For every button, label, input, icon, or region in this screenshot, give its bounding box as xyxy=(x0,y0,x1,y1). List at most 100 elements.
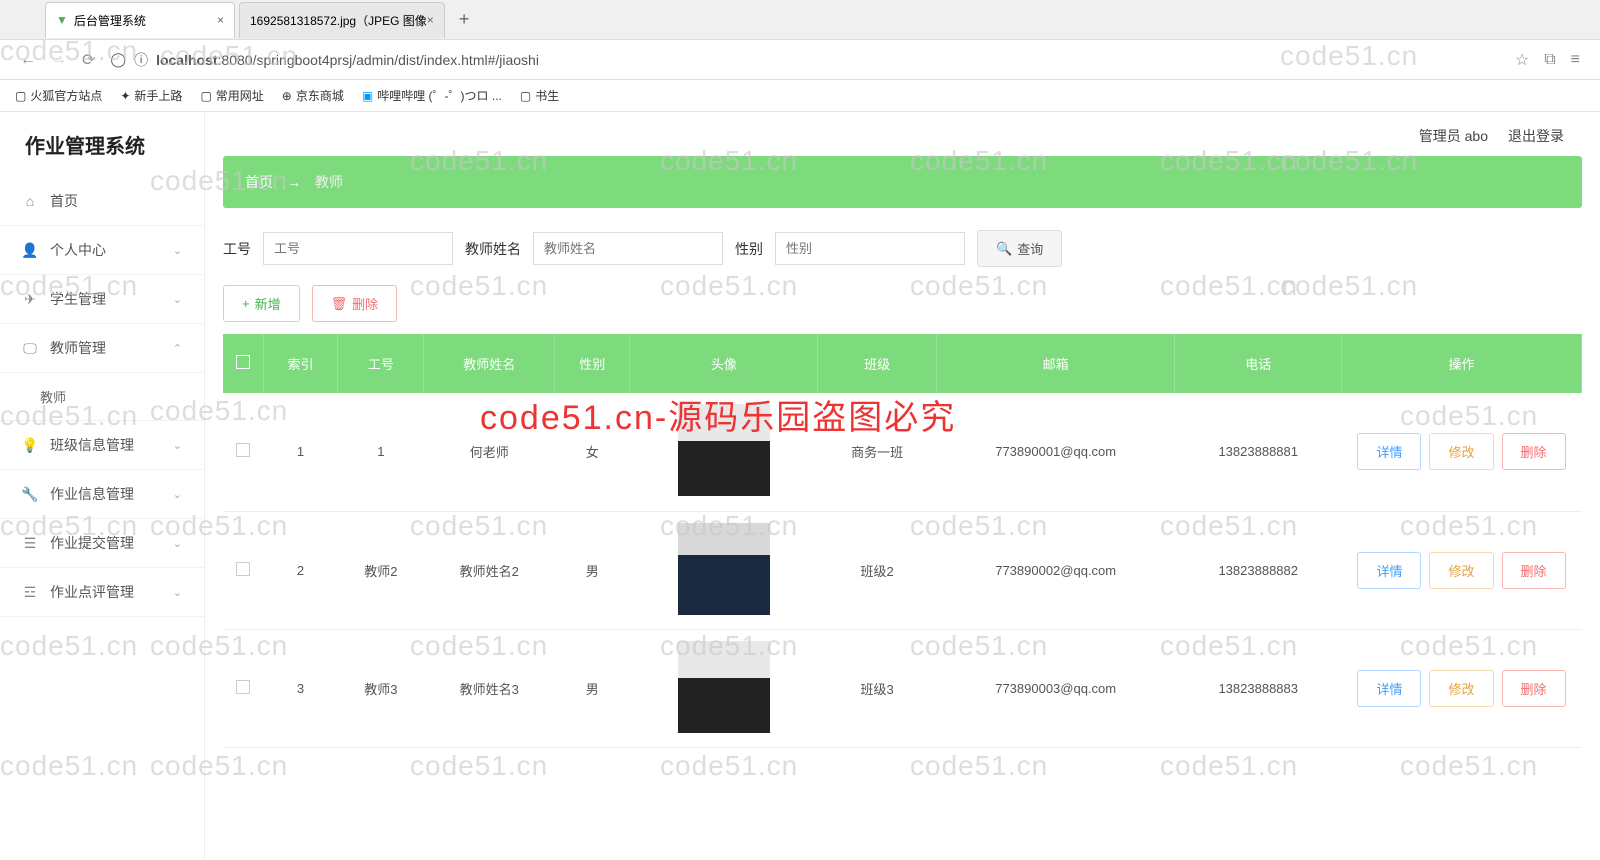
sidebar-item-teacher[interactable]: 🖵教师管理⌃ xyxy=(0,324,204,373)
table-row: 3 教师3 教师姓名3 男 班级3 773890003@qq.com 13823… xyxy=(223,629,1582,747)
address-input[interactable]: ◯ ⓘ localhost:8080/springboot4prsj/admin… xyxy=(110,50,1499,70)
input-name[interactable] xyxy=(533,232,723,265)
edit-button[interactable]: 修改 xyxy=(1429,433,1493,470)
chevron-down-icon: ⌄ xyxy=(173,488,182,501)
bulb-icon: 💡 xyxy=(22,437,38,453)
plus-icon: + xyxy=(242,296,250,311)
breadcrumb-home[interactable]: 首页 xyxy=(245,172,273,192)
browser-tab-active[interactable]: ▼ 后台管理系统 × xyxy=(45,2,235,38)
bookmark-item[interactable]: ⊕ 京东商城 xyxy=(282,87,344,104)
th-index: 索引 xyxy=(263,334,338,393)
detail-button[interactable]: 详情 xyxy=(1357,433,1421,470)
detail-button[interactable]: 详情 xyxy=(1357,552,1421,589)
search-row: 工号 教师姓名 性别 🔍查询 xyxy=(223,208,1582,285)
chevron-down-icon: ⌄ xyxy=(173,439,182,452)
th-email: 邮箱 xyxy=(936,334,1175,393)
avatar xyxy=(678,641,770,733)
browser-tabs: ▼ 后台管理系统 × 1692581318572.jpg（JPEG 图像 × + xyxy=(0,0,1600,40)
label-code: 工号 xyxy=(223,239,251,259)
cell-email: 773890003@qq.com xyxy=(936,629,1175,747)
bookmark-star-icon[interactable]: ☆ xyxy=(1515,50,1529,70)
checkbox[interactable] xyxy=(236,443,250,457)
sidebar-item-homework-submit[interactable]: ☰作业提交管理⌄ xyxy=(0,519,204,568)
th-class: 班级 xyxy=(818,334,937,393)
menu-icon[interactable]: ≡ xyxy=(1571,51,1580,69)
cell-class: 商务一班 xyxy=(818,393,937,511)
bookmark-item[interactable]: ▢ 火狐官方站点 xyxy=(15,87,102,104)
th-avatar: 头像 xyxy=(630,334,818,393)
close-icon[interactable]: × xyxy=(427,13,434,27)
extension-icon[interactable]: ⧉ xyxy=(1544,51,1555,69)
sidebar-item-teacher-sub[interactable]: 教师 xyxy=(0,373,204,421)
logout-link[interactable]: 退出登录 xyxy=(1508,126,1564,146)
cell-gender: 男 xyxy=(555,511,630,629)
breadcrumb: 首页 → 教师 xyxy=(223,156,1582,208)
checkbox[interactable] xyxy=(236,680,250,694)
edit-button[interactable]: 修改 xyxy=(1429,670,1493,707)
layers-icon: ☰ xyxy=(22,535,38,551)
cell-phone: 13823888881 xyxy=(1175,393,1342,511)
user-icon: 👤 xyxy=(22,242,38,258)
cell-email: 773890002@qq.com xyxy=(936,511,1175,629)
vue-icon: ▼ xyxy=(56,13,68,27)
edit-button[interactable]: 修改 xyxy=(1429,552,1493,589)
sidebar-item-class[interactable]: 💡班级信息管理⌄ xyxy=(0,421,204,470)
bookmark-item[interactable]: ▢ 常用网址 xyxy=(200,87,263,104)
row-delete-button[interactable]: 删除 xyxy=(1502,552,1566,589)
close-icon[interactable]: × xyxy=(217,13,224,27)
add-button[interactable]: +新增 xyxy=(223,285,300,322)
bookmark-item[interactable]: ▢ 书生 xyxy=(520,87,559,104)
cell-name: 教师姓名3 xyxy=(424,629,555,747)
new-tab-button[interactable]: + xyxy=(459,9,470,30)
wrench-icon: 🔧 xyxy=(22,486,38,502)
cell-phone: 13823888882 xyxy=(1175,511,1342,629)
topbar: 管理员 abo 退出登录 xyxy=(223,112,1582,156)
cell-gender: 女 xyxy=(555,393,630,511)
browser-tab-2[interactable]: 1692581318572.jpg（JPEG 图像 × xyxy=(239,2,445,38)
home-icon: ⌂ xyxy=(22,193,38,209)
row-delete-button[interactable]: 删除 xyxy=(1502,433,1566,470)
sidebar-item-profile[interactable]: 👤个人中心⌄ xyxy=(0,226,204,275)
cell-code: 教师2 xyxy=(338,511,424,629)
table-row: 2 教师2 教师姓名2 男 班级2 773890002@qq.com 13823… xyxy=(223,511,1582,629)
sidebar-item-home[interactable]: ⌂首页 xyxy=(0,177,204,226)
sidebar-item-homework-review[interactable]: ☲作业点评管理⌄ xyxy=(0,568,204,617)
sidebar-item-student[interactable]: ✈学生管理⌄ xyxy=(0,275,204,324)
monitor-icon: 🖵 xyxy=(22,340,38,356)
reload-button[interactable]: ⟳ xyxy=(82,50,95,70)
delete-button[interactable]: 🗑删除 xyxy=(312,285,398,322)
cell-phone: 13823888883 xyxy=(1175,629,1342,747)
forward-button[interactable]: → xyxy=(51,51,67,69)
th-phone: 电话 xyxy=(1175,334,1342,393)
tab-title: 后台管理系统 xyxy=(74,12,146,29)
query-button[interactable]: 🔍查询 xyxy=(977,230,1062,267)
url-host: localhost xyxy=(156,52,217,68)
checkbox-all[interactable] xyxy=(236,355,250,369)
cell-class: 班级3 xyxy=(818,629,937,747)
send-icon: ✈ xyxy=(22,291,38,307)
url-bar: ← → ⟳ ◯ ⓘ localhost:8080/springboot4prsj… xyxy=(0,40,1600,80)
back-button[interactable]: ← xyxy=(20,51,36,69)
chevron-down-icon: ⌄ xyxy=(173,537,182,550)
sidebar-item-homework-info[interactable]: 🔧作业信息管理⌄ xyxy=(0,470,204,519)
bookmark-item[interactable]: ▣ 哔哩哔哩 (゜-゜)つロ ... xyxy=(362,87,502,104)
current-user[interactable]: 管理员 abo xyxy=(1419,126,1488,146)
th-ops: 操作 xyxy=(1342,334,1582,393)
data-table: 索引 工号 教师姓名 性别 头像 班级 邮箱 电话 操作 1 1 何老师 女 商… xyxy=(223,334,1582,748)
chevron-down-icon: ⌄ xyxy=(173,244,182,257)
input-code[interactable] xyxy=(263,232,453,265)
bookmark-item[interactable]: ✦ 新手上路 xyxy=(120,87,182,104)
bookmark-bar: ▢ 火狐官方站点 ✦ 新手上路 ▢ 常用网址 ⊕ 京东商城 ▣ 哔哩哔哩 (゜-… xyxy=(0,80,1600,112)
detail-button[interactable]: 详情 xyxy=(1357,670,1421,707)
cell-class: 班级2 xyxy=(818,511,937,629)
table-header-row: 索引 工号 教师姓名 性别 头像 班级 邮箱 电话 操作 xyxy=(223,334,1582,393)
lock-icon: ⓘ xyxy=(134,50,148,70)
th-gender: 性别 xyxy=(555,334,630,393)
checkbox[interactable] xyxy=(236,562,250,576)
chevron-down-icon: ⌄ xyxy=(173,586,182,599)
cell-code: 1 xyxy=(338,393,424,511)
trash-icon: 🗑 xyxy=(331,296,348,312)
row-delete-button[interactable]: 删除 xyxy=(1502,670,1566,707)
input-gender[interactable] xyxy=(775,232,965,265)
action-row: +新增 🗑删除 xyxy=(223,285,1582,322)
